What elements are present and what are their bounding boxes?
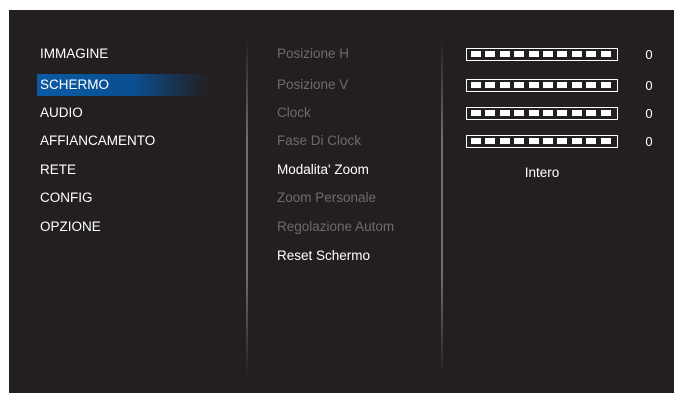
slider-segment bbox=[586, 82, 597, 88]
slider-segment bbox=[600, 82, 611, 88]
menu-item-schermo[interactable]: SCHERMO bbox=[37, 74, 212, 96]
menu-item-rete[interactable]: RETE bbox=[37, 159, 212, 181]
slider-segment bbox=[557, 82, 568, 88]
slider-segment bbox=[557, 138, 568, 144]
slider-segment bbox=[514, 82, 525, 88]
slider-segment bbox=[543, 138, 553, 144]
submenu-item-posizione-v: Posizione V bbox=[277, 77, 349, 92]
slider-segment bbox=[485, 110, 496, 116]
menu-item-config[interactable]: CONFIG bbox=[37, 187, 212, 209]
slider-segment bbox=[499, 51, 510, 57]
slider-segment bbox=[499, 138, 510, 144]
slider-segment bbox=[571, 110, 582, 116]
submenu-item-posizione-h: Posizione H bbox=[277, 46, 350, 61]
slider-segment bbox=[514, 51, 525, 57]
modalita-zoom-value[interactable]: Intero bbox=[466, 162, 618, 184]
slider-segment bbox=[543, 82, 553, 88]
fase-di-clock-value: 0 bbox=[645, 134, 653, 149]
menu-item-immagine[interactable]: IMMAGINE bbox=[37, 43, 212, 65]
slider-segment bbox=[528, 82, 539, 88]
slider-segment bbox=[528, 138, 539, 144]
slider-segment bbox=[471, 51, 481, 57]
menu-divider bbox=[246, 38, 248, 376]
slider-segment bbox=[471, 138, 481, 144]
slider-segment bbox=[586, 138, 597, 144]
posizione-h-value: 0 bbox=[645, 47, 653, 62]
posizione-v-value: 0 bbox=[645, 78, 653, 93]
slider-segment bbox=[571, 51, 582, 57]
posizione-v-slider[interactable] bbox=[466, 79, 618, 92]
clock-slider[interactable] bbox=[466, 107, 618, 120]
slider-segment bbox=[600, 110, 611, 116]
slider-segment bbox=[499, 82, 510, 88]
clock-value: 0 bbox=[645, 106, 653, 121]
menu-item-audio[interactable]: AUDIO bbox=[37, 102, 212, 124]
slider-segment bbox=[485, 82, 496, 88]
slider-segment bbox=[543, 110, 553, 116]
slider-segment bbox=[471, 82, 481, 88]
slider-segment bbox=[543, 51, 553, 57]
slider-segment bbox=[600, 51, 611, 57]
submenu-item-regolazione-autom: Regolazione Autom bbox=[277, 219, 395, 234]
menu-item-affiancamento[interactable]: AFFIANCAMENTO bbox=[37, 130, 212, 152]
slider-segment bbox=[571, 82, 582, 88]
slider-segment bbox=[471, 110, 481, 116]
slider-segment bbox=[600, 138, 611, 144]
slider-segment bbox=[514, 138, 525, 144]
menu-item-opzione[interactable]: OPZIONE bbox=[37, 216, 212, 238]
slider-segment bbox=[586, 51, 597, 57]
submenu-item-modalita-zoom[interactable]: Modalita' Zoom bbox=[277, 159, 369, 181]
posizione-h-slider[interactable] bbox=[466, 48, 618, 61]
slider-segment bbox=[528, 110, 539, 116]
slider-segment bbox=[571, 138, 582, 144]
fase-di-clock-slider[interactable] bbox=[466, 135, 618, 148]
values-divider bbox=[441, 38, 443, 376]
slider-segment bbox=[586, 110, 597, 116]
submenu-item-fase-di-clock: Fase Di Clock bbox=[277, 133, 362, 148]
submenu-item-clock: Clock bbox=[277, 105, 311, 120]
slider-segment bbox=[557, 51, 568, 57]
slider-segment bbox=[499, 110, 510, 116]
slider-segment bbox=[485, 51, 496, 57]
slider-segment bbox=[557, 110, 568, 116]
submenu-item-zoom-personale: Zoom Personale bbox=[277, 190, 377, 205]
slider-segment bbox=[528, 51, 539, 57]
slider-segment bbox=[485, 138, 496, 144]
slider-segment bbox=[514, 110, 525, 116]
osd-menu: IMMAGINE SCHERMO AUDIO AFFIANCAMENTO RET… bbox=[9, 10, 674, 393]
submenu-item-reset-schermo[interactable]: Reset Schermo bbox=[277, 245, 370, 267]
